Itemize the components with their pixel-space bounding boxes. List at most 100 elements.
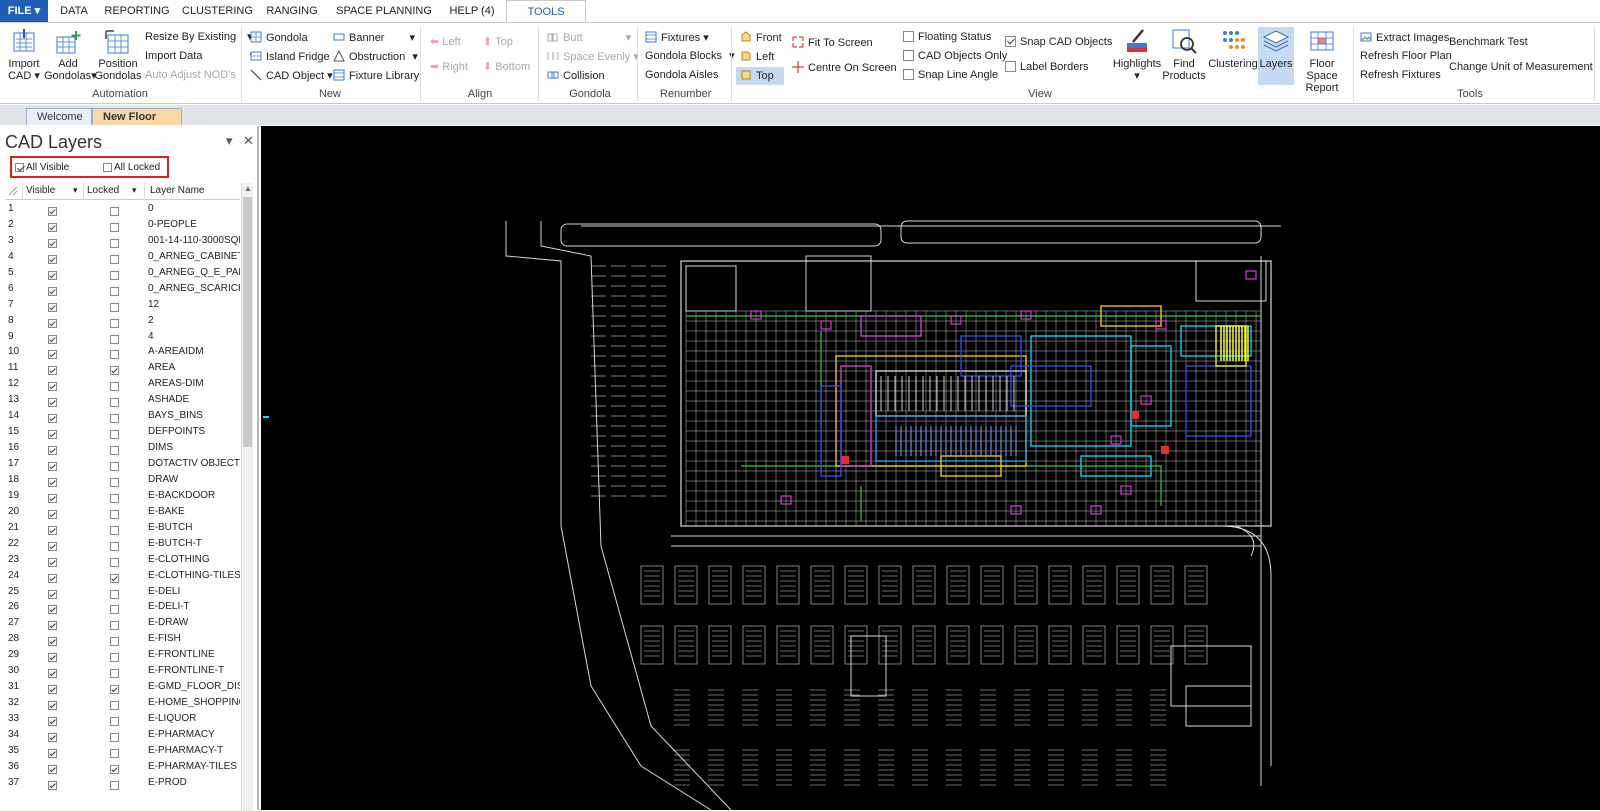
cad-drawing-canvas[interactable] xyxy=(261,126,1600,810)
layer-row[interactable]: 34 E-PHARMACY xyxy=(5,727,240,743)
tab-reporting[interactable]: REPORTING xyxy=(104,0,170,22)
layer-row[interactable]: 27 E-DRAW xyxy=(5,615,240,631)
layer-row[interactable]: 12 AREAS-DIM xyxy=(5,376,240,392)
layer-row[interactable]: 31 E-GMD_FLOOR_DISP xyxy=(5,679,240,695)
new-gondola-button[interactable]: Gondola xyxy=(250,31,308,45)
layer-row[interactable]: 36 E-PHARMAY-TILES xyxy=(5,759,240,775)
refresh-floor-plan-button[interactable]: Refresh Floor Plan xyxy=(1360,50,1452,63)
layer-row[interactable]: 32 E-HOME_SHOPPING xyxy=(5,695,240,711)
file-menu[interactable]: FILE ▾ xyxy=(0,0,48,22)
layer-row[interactable]: 82 xyxy=(5,313,240,329)
centre-on-screen-button[interactable]: Centre On Screen xyxy=(792,61,897,75)
align-bottom-button[interactable]: ⬇ Bottom xyxy=(483,61,530,74)
banner-button[interactable]: Banner ▾ xyxy=(333,31,415,45)
all-visible-checkbox[interactable]: All Visible xyxy=(15,162,69,173)
space-evenly-button[interactable]: Space Evenly ▾ xyxy=(547,50,639,64)
layer-row[interactable]: 33 E-LIQUOR xyxy=(5,711,240,727)
view-top-button[interactable]: Top xyxy=(736,67,784,85)
layer-row[interactable]: 15 DEFPOINTS xyxy=(5,424,240,440)
layers-button[interactable]: Layers xyxy=(1258,27,1294,85)
benchmark-test-button[interactable]: Benchmark Test xyxy=(1449,36,1528,49)
layer-row[interactable]: 5 0_ARNEG_Q_E_PAN/ xyxy=(5,265,240,281)
obstruction-button[interactable]: Obstruction ▾ xyxy=(333,50,418,64)
column-header-visible[interactable]: Visible ▾ xyxy=(26,185,78,196)
highlights-button[interactable]: Highlights ▾ xyxy=(1112,27,1162,82)
layer-row[interactable]: 13 ASHADE xyxy=(5,392,240,408)
align-top-button[interactable]: ⬆ Top xyxy=(483,36,513,49)
layer-row[interactable]: 19 E-BACKDOOR xyxy=(5,488,240,504)
renumber-fixtures-button[interactable]: Fixtures ▾ xyxy=(645,31,709,45)
layer-row[interactable]: 17 DOTACTIV OBJECTS xyxy=(5,456,240,472)
find-products-button[interactable]: Find Products xyxy=(1160,27,1208,82)
all-locked-checkbox[interactable]: All Locked xyxy=(103,162,160,173)
butt-button[interactable]: Butt ▾ xyxy=(547,31,631,45)
tab-clustering[interactable]: CLUSTERING xyxy=(182,0,253,22)
cad-objects-only-checkbox[interactable]: CAD Objects Only xyxy=(903,50,1007,63)
layer-row[interactable]: 29 E-FRONTLINE xyxy=(5,647,240,663)
layer-row[interactable]: 7 12 xyxy=(5,297,240,313)
layer-row[interactable]: 2 0-PEOPLE xyxy=(5,217,240,233)
view-front-button[interactable]: Front xyxy=(740,31,782,45)
tab-ranging[interactable]: RANGING xyxy=(264,0,320,22)
layer-row[interactable]: 21 E-BUTCH xyxy=(5,520,240,536)
tab-tools[interactable]: TOOLS xyxy=(506,0,586,22)
import-data-button[interactable]: Import Data ▾ xyxy=(145,50,255,63)
layer-row[interactable]: 28 E-FISH xyxy=(5,631,240,647)
fixture-library-button[interactable]: Fixture Library xyxy=(333,69,419,83)
collision-button[interactable]: Collision xyxy=(547,69,605,83)
change-unit-button[interactable]: Change Unit of Measurement xyxy=(1449,61,1593,74)
layer-row[interactable]: 25 E-DELI xyxy=(5,584,240,600)
layers-scrollbar[interactable]: ▲ xyxy=(241,183,253,811)
layer-row[interactable]: 14 BAYS_BINS xyxy=(5,408,240,424)
layer-row[interactable]: 26 E-DELI-T xyxy=(5,599,240,615)
scroll-up-icon[interactable]: ▲ xyxy=(244,184,252,193)
layer-row[interactable]: 37 E-PROD xyxy=(5,775,240,791)
snap-line-angle-checkbox[interactable]: Snap Line Angle xyxy=(903,69,998,82)
layer-row[interactable]: 11 AREA xyxy=(5,360,240,376)
layer-row[interactable]: 30 E-FRONTLINE-T xyxy=(5,663,240,679)
position-gondolas-button[interactable]: Position Gondolas xyxy=(94,29,142,82)
align-left-button[interactable]: ⬅ Left xyxy=(430,36,461,49)
layer-row[interactable]: 94 xyxy=(5,329,240,345)
layer-row[interactable]: 22 E-BUTCH-T xyxy=(5,536,240,552)
refresh-fixtures-button[interactable]: Refresh Fixtures xyxy=(1360,69,1441,82)
align-right-button[interactable]: ➡ Right xyxy=(430,61,468,74)
layer-row[interactable]: 6 0_ARNEG_SCARICHI xyxy=(5,281,240,297)
column-header-locked[interactable]: Locked ▾ xyxy=(87,185,137,196)
chevron-down-icon[interactable]: ▾ xyxy=(73,185,78,196)
view-left-button[interactable]: Left xyxy=(740,50,774,64)
auto-adjust-nods-button[interactable]: Auto Adjust NOD's xyxy=(145,69,236,82)
renumber-gondola-blocks-button[interactable]: Gondola Blocks ▾ xyxy=(645,50,735,63)
visible-checkbox[interactable] xyxy=(48,778,57,794)
import-cad-button[interactable]: Import CAD ▾ xyxy=(4,29,44,82)
tab-data[interactable]: DATA xyxy=(56,0,92,22)
layer-row[interactable]: 10 A-AREAIDM xyxy=(5,344,240,360)
resize-by-existing-button[interactable]: Resize By Existing ▾ xyxy=(145,31,253,44)
layer-row[interactable]: 20 E-BAKE xyxy=(5,504,240,520)
tab-space-planning[interactable]: SPACE PLANNING xyxy=(334,0,434,22)
extract-images-button[interactable]: Extract Images xyxy=(1360,31,1449,45)
layer-row[interactable]: 4 0_ARNEG_CABINET xyxy=(5,249,240,265)
layer-row[interactable]: 18 DRAW xyxy=(5,472,240,488)
add-gondolas-button[interactable]: Add Gondolas▾ xyxy=(44,29,97,82)
close-icon[interactable]: ✕ xyxy=(243,133,254,149)
tab-help[interactable]: HELP (4) xyxy=(446,0,498,22)
snap-cad-objects-checkbox[interactable]: Snap CAD Objects xyxy=(1005,36,1112,49)
chevron-down-icon[interactable]: ▾ xyxy=(132,185,137,196)
layer-row[interactable]: 10 xyxy=(5,201,240,217)
floating-status-checkbox[interactable]: Floating Status xyxy=(903,31,991,44)
panel-menu-icon[interactable]: ▾ xyxy=(226,133,233,149)
clustering-button[interactable]: Clustering xyxy=(1208,27,1258,70)
island-fridge-button[interactable]: Island Fridge xyxy=(250,50,330,64)
renumber-gondola-aisles-button[interactable]: Gondola Aisles xyxy=(645,69,718,82)
layer-row[interactable]: 35 E-PHARMACY-T xyxy=(5,743,240,759)
tab-new-floor[interactable]: New Floor ✕ xyxy=(92,108,182,139)
layer-row[interactable]: 16 DIMS xyxy=(5,440,240,456)
layer-row[interactable]: 3 001-14-110-3000SQM_ xyxy=(5,233,240,249)
tab-welcome[interactable]: Welcome xyxy=(26,108,92,125)
layer-row[interactable]: 24 E-CLOTHING-TILES xyxy=(5,568,240,584)
layer-row[interactable]: 23 E-CLOTHING xyxy=(5,552,240,568)
fit-to-screen-button[interactable]: Fit To Screen xyxy=(792,36,873,50)
floor-space-report-button[interactable]: Floor Space Report xyxy=(1294,27,1350,94)
locked-checkbox[interactable] xyxy=(110,778,119,794)
